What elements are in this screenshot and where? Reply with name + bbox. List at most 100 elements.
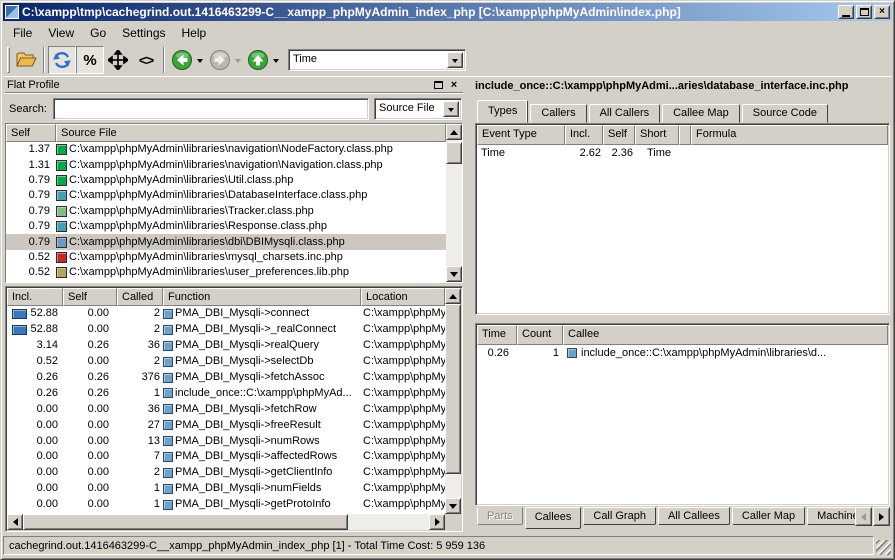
tab-all-callers[interactable]: All Callers bbox=[589, 104, 661, 123]
scroll-up-button[interactable] bbox=[445, 288, 461, 304]
function-row[interactable]: 0.00 0.00 1 PMA_DBI_Mysqli->numFields C:… bbox=[7, 481, 445, 497]
up-button[interactable] bbox=[244, 46, 272, 74]
tab-caller-map[interactable]: Caller Map bbox=[732, 507, 805, 525]
scrollbar-track[interactable] bbox=[446, 140, 462, 266]
scroll-up-button[interactable] bbox=[446, 124, 462, 140]
source-row[interactable]: 0.79 C:\xampp\phpMyAdmin\libraries\Util.… bbox=[6, 173, 446, 188]
column-header-called[interactable]: Called bbox=[117, 288, 163, 306]
column-header-callee[interactable]: Callee bbox=[563, 325, 888, 345]
event-type-row[interactable]: Time 2.62 2.36 Time bbox=[477, 145, 888, 161]
up-dropdown-chevron-icon[interactable] bbox=[273, 59, 279, 66]
percent-toggle-button[interactable]: % bbox=[76, 46, 104, 74]
function-row[interactable]: 0.52 0.00 2 PMA_DBI_Mysqli->selectDb C:\… bbox=[7, 354, 445, 370]
scrollbar-track[interactable] bbox=[23, 514, 429, 530]
back-dropdown-chevron-icon[interactable] bbox=[197, 59, 203, 66]
source-row[interactable]: 0.79 C:\xampp\phpMyAdmin\libraries\Respo… bbox=[6, 219, 446, 234]
column-header-short[interactable]: Short bbox=[635, 125, 679, 145]
tab-types[interactable]: Types bbox=[477, 100, 528, 123]
titlebar[interactable]: C:\xampp\tmp\cachegrind.out.1416463299-C… bbox=[3, 3, 892, 21]
function-row[interactable]: 52.88 0.00 2 PMA_DBI_Mysqli->connect C:\… bbox=[7, 306, 445, 322]
search-input[interactable] bbox=[53, 98, 369, 120]
column-header-event-type[interactable]: Event Type bbox=[477, 125, 565, 145]
menu-item-go[interactable]: Go bbox=[82, 23, 114, 43]
menu-item-help[interactable]: Help bbox=[174, 23, 215, 43]
tab-callers[interactable]: Callers bbox=[530, 104, 586, 123]
tabbar-scroll-right-button[interactable] bbox=[873, 507, 890, 526]
column-header-incl[interactable]: Incl. bbox=[565, 125, 603, 145]
source-row[interactable]: 0.79 C:\xampp\phpMyAdmin\libraries\Datab… bbox=[6, 188, 446, 203]
event-type-combo[interactable]: Time bbox=[288, 49, 466, 71]
dock-float-button[interactable] bbox=[431, 78, 445, 91]
function-row[interactable]: 0.26 0.26 1 include_once::C:\xampp\phpMy… bbox=[7, 385, 445, 401]
tab-callees[interactable]: Callees bbox=[525, 507, 582, 529]
cell-location: C:\xampp\phpMy... bbox=[361, 449, 445, 464]
open-file-button[interactable] bbox=[12, 46, 40, 74]
scrollbar-track[interactable] bbox=[445, 304, 461, 498]
dock-close-button[interactable]: × bbox=[447, 78, 461, 91]
function-row[interactable]: 0.00 0.00 36 PMA_DBI_Mysqli->fetchRow C:… bbox=[7, 401, 445, 417]
scroll-down-button[interactable] bbox=[446, 266, 462, 282]
scrollbar-thumb[interactable] bbox=[446, 142, 462, 164]
column-header-time[interactable]: Time bbox=[477, 325, 517, 345]
function-row[interactable]: 52.88 0.00 2 PMA_DBI_Mysqli->_realConnec… bbox=[7, 322, 445, 338]
vertical-splitter[interactable] bbox=[465, 77, 473, 534]
scroll-left-button[interactable] bbox=[7, 514, 23, 530]
close-button[interactable]: × bbox=[874, 5, 890, 19]
source-row[interactable]: 1.31 C:\xampp\phpMyAdmin\libraries\navig… bbox=[6, 157, 446, 172]
horizontal-splitter[interactable] bbox=[473, 315, 892, 323]
toolbar-grip[interactable] bbox=[7, 47, 10, 73]
tab-call-graph[interactable]: Call Graph bbox=[583, 507, 656, 525]
scrollbar-vertical[interactable] bbox=[445, 288, 461, 514]
column-header-incl[interactable]: Incl. bbox=[7, 288, 63, 306]
column-header-count[interactable]: Count bbox=[517, 325, 563, 345]
back-button[interactable] bbox=[168, 46, 196, 74]
function-row[interactable]: 0.00 0.00 1 PMA_DBI_Mysqli->getProtoInfo… bbox=[7, 497, 445, 513]
scroll-down-button[interactable] bbox=[445, 498, 461, 514]
cell-callee: include_once::C:\xampp\phpMyAdmin\librar… bbox=[563, 346, 888, 361]
function-row[interactable]: 0.00 0.00 2 PMA_DBI_Mysqli->getClientInf… bbox=[7, 465, 445, 481]
function-row[interactable]: 0.00 0.00 27 PMA_DBI_Mysqli->freeResult … bbox=[7, 417, 445, 433]
relative-cost-button[interactable]: <> bbox=[132, 46, 160, 74]
cell-function: PMA_DBI_Mysqli->_realConnect bbox=[163, 322, 361, 337]
group-by-combo[interactable]: Source File bbox=[374, 98, 462, 120]
expand-areas-button[interactable] bbox=[104, 46, 132, 74]
column-header-formula[interactable]: Formula bbox=[691, 125, 888, 145]
maximize-button[interactable] bbox=[856, 5, 872, 19]
scrollbar-thumb[interactable] bbox=[23, 514, 348, 530]
function-row[interactable]: 0.26 0.26 376 PMA_DBI_Mysqli->fetchAssoc… bbox=[7, 370, 445, 386]
menu-item-settings[interactable]: Settings bbox=[114, 23, 173, 43]
column-header-location[interactable]: Location bbox=[361, 288, 445, 306]
forward-button[interactable] bbox=[206, 46, 234, 74]
function-row[interactable]: 0.00 0.00 13 PMA_DBI_Mysqli->numRows C:\… bbox=[7, 433, 445, 449]
column-header-source-file[interactable]: Source File bbox=[56, 124, 446, 142]
source-row[interactable]: 0.52 C:\xampp\phpMyAdmin\libraries\mysql… bbox=[6, 250, 446, 265]
resize-grip[interactable] bbox=[876, 540, 891, 555]
source-row[interactable]: 0.79 C:\xampp\phpMyAdmin\libraries\Track… bbox=[6, 204, 446, 219]
column-header-function[interactable]: Function bbox=[163, 288, 361, 306]
function-row[interactable]: 3.14 0.26 36 PMA_DBI_Mysqli->realQuery C… bbox=[7, 338, 445, 354]
column-header-self[interactable]: Self bbox=[6, 124, 56, 142]
source-row[interactable]: 0.79 C:\xampp\phpMyAdmin\libraries\dbi\D… bbox=[6, 234, 446, 249]
combo-dropdown-button[interactable] bbox=[443, 101, 459, 117]
source-row[interactable]: 0.52 C:\xampp\phpMyAdmin\libraries\user_… bbox=[6, 265, 446, 280]
combo-dropdown-button[interactable] bbox=[447, 52, 463, 68]
scroll-right-button[interactable] bbox=[429, 514, 445, 530]
column-header-self[interactable]: Self bbox=[63, 288, 117, 306]
tab-source-code[interactable]: Source Code bbox=[742, 104, 828, 123]
scrollbar-horizontal[interactable] bbox=[7, 514, 461, 530]
scrollbar-thumb[interactable] bbox=[445, 304, 461, 474]
minimize-button[interactable] bbox=[838, 5, 854, 19]
reload-button[interactable] bbox=[48, 46, 76, 74]
function-row[interactable]: 0.00 0.00 7 PMA_DBI_Mysqli->affectedRows… bbox=[7, 449, 445, 465]
menu-item-view[interactable]: View bbox=[40, 23, 82, 43]
scrollbar-vertical[interactable] bbox=[446, 124, 462, 282]
tab-callee-map[interactable]: Callee Map bbox=[662, 104, 740, 123]
menu-item-file[interactable]: File bbox=[5, 23, 40, 43]
source-row[interactable]: 1.37 C:\xampp\phpMyAdmin\libraries\navig… bbox=[6, 142, 446, 157]
function-rows: 52.88 0.00 2 PMA_DBI_Mysqli->connect C:\… bbox=[7, 306, 445, 514]
column-header-self[interactable]: Self bbox=[603, 125, 635, 145]
dock-titlebar[interactable]: Flat Profile × bbox=[5, 77, 463, 93]
callee-row[interactable]: 0.26 1 include_once::C:\xampp\phpMyAdmin… bbox=[477, 345, 888, 361]
tab-all-callees[interactable]: All Callees bbox=[658, 507, 730, 525]
tab-machine-code[interactable]: Machine Code bbox=[807, 507, 859, 525]
